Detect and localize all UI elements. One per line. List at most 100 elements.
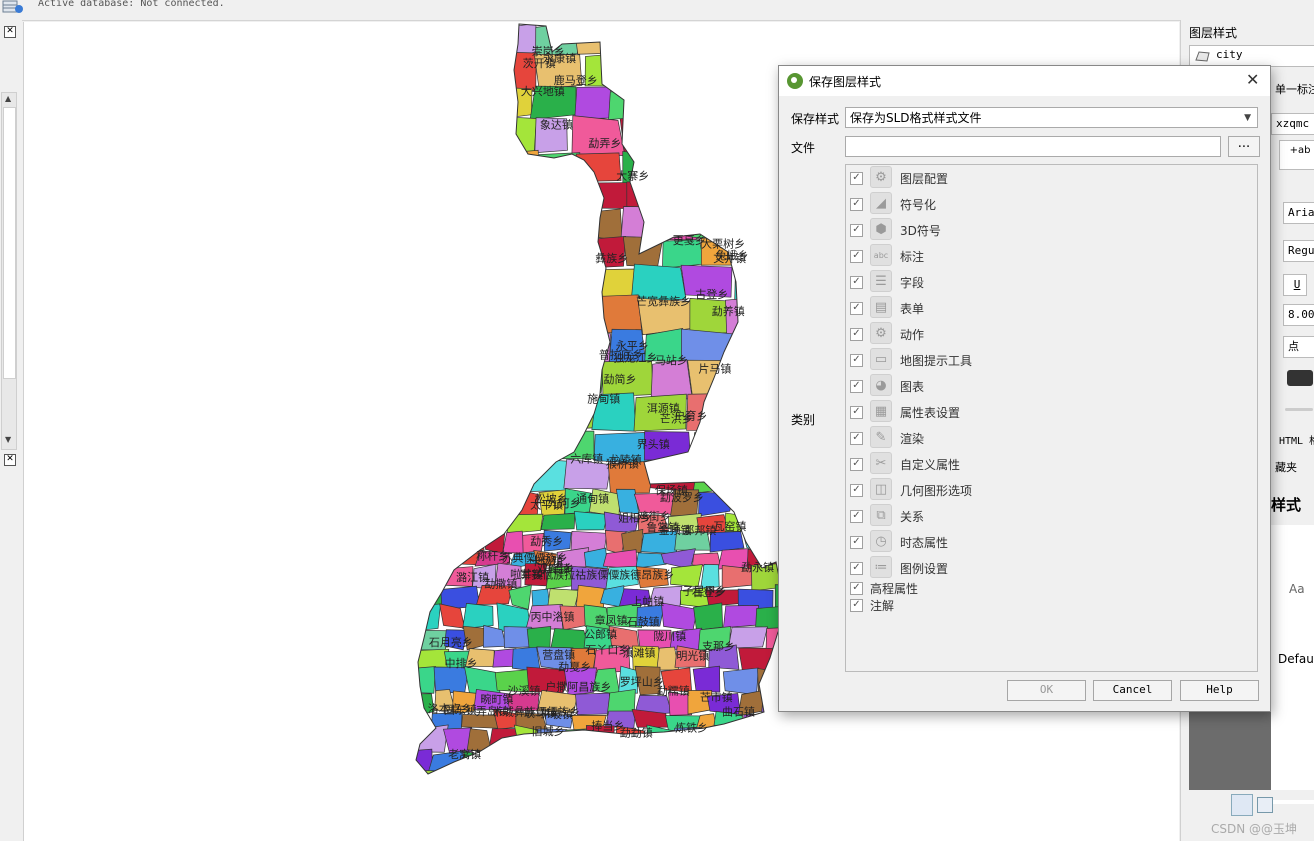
- place-label: 石登乡: [692, 585, 725, 599]
- label-field[interactable]: xzqmc: [1271, 113, 1314, 135]
- category-checkbox[interactable]: ✓: [850, 172, 863, 185]
- township-polygon: [723, 604, 759, 629]
- legend-icon: ≔: [870, 556, 892, 578]
- category-checkbox[interactable]: ✓: [850, 276, 863, 289]
- township-polygon: [519, 769, 542, 774]
- township-polygon: [653, 114, 702, 154]
- close-icon[interactable]: ✕: [1246, 70, 1259, 89]
- underline-button[interactable]: U: [1283, 274, 1307, 296]
- place-label: 营盘镇: [542, 647, 575, 661]
- layer-name: city: [1216, 48, 1243, 61]
- close-dock-button-2[interactable]: ✕: [4, 454, 16, 466]
- font-family-select[interactable]: Arial: [1283, 202, 1314, 224]
- township-polygon: [416, 513, 441, 536]
- township-polygon: [547, 236, 589, 270]
- layer-select[interactable]: city: [1189, 45, 1314, 67]
- category-checkbox[interactable]: ✓: [850, 224, 863, 237]
- place-label: 上帕镇: [631, 594, 664, 608]
- font-style-select[interactable]: Regular: [1283, 240, 1314, 262]
- category-label-text: 图例设置: [900, 562, 949, 576]
- grid-view-icon[interactable]: [1231, 794, 1253, 816]
- help-button[interactable]: Help: [1180, 680, 1259, 701]
- township-polygon: [443, 394, 485, 433]
- opacity-slider[interactable]: [1285, 408, 1313, 411]
- category-checkbox[interactable]: ✓: [850, 328, 863, 341]
- geometry-options-icon: ◫: [870, 478, 892, 500]
- ok-button[interactable]: OK: [1007, 680, 1086, 701]
- township-polygon: [562, 359, 605, 394]
- township-polygon: [725, 358, 776, 398]
- font-size-input[interactable]: 8.000: [1283, 304, 1314, 326]
- township-polygon: [481, 328, 523, 367]
- category-checkbox[interactable]: ✓: [850, 198, 863, 211]
- size-unit-select[interactable]: 点: [1283, 336, 1314, 358]
- category-checkbox[interactable]: ✓: [850, 406, 863, 419]
- category-checkbox[interactable]: ✓: [850, 250, 863, 263]
- township-polygon: [729, 427, 774, 463]
- list-view-icon[interactable]: [1257, 797, 1273, 813]
- place-label: 马站乡: [655, 353, 688, 367]
- township-polygon: [416, 564, 443, 587]
- township-polygon: [480, 457, 524, 494]
- township-polygon: [697, 54, 743, 91]
- township-polygon: [540, 513, 576, 531]
- category-checkbox[interactable]: ✓: [850, 536, 863, 549]
- scroll-up-icon[interactable]: ▲: [5, 94, 11, 103]
- township-polygon: [416, 87, 444, 121]
- category-checkbox[interactable]: ✓: [850, 458, 863, 471]
- category-checkbox[interactable]: ✓: [850, 380, 863, 393]
- category-checkbox[interactable]: ✓: [850, 582, 863, 595]
- qgis-logo-icon: [787, 73, 803, 89]
- township-polygon: [701, 25, 743, 58]
- township-polygon: [416, 714, 430, 727]
- left-scrollbar[interactable]: ▲ ▼: [1, 92, 17, 450]
- scroll-thumb[interactable]: [3, 107, 16, 379]
- township-polygon: [774, 24, 794, 58]
- township-polygon: [620, 51, 661, 90]
- favorites-label[interactable]: 藏夹: [1271, 458, 1314, 478]
- forms-icon: ▤: [870, 296, 892, 318]
- place-label: 永平乡: [616, 339, 649, 353]
- label-mode[interactable]: 单一标注: [1271, 80, 1314, 100]
- category-label-text: 几何图形选项: [900, 484, 973, 498]
- township-polygon: [662, 55, 698, 92]
- township-polygon: [522, 329, 574, 363]
- category-label-text: 3D符号: [900, 224, 941, 238]
- category-checkbox[interactable]: ✓: [850, 354, 863, 367]
- township-polygon: [454, 237, 504, 270]
- cancel-button[interactable]: Cancel: [1093, 680, 1172, 701]
- township-polygon: [497, 772, 525, 774]
- category-checkbox[interactable]: ✓: [850, 432, 863, 445]
- text-color-button[interactable]: [1287, 370, 1313, 386]
- township-polygon: [542, 206, 587, 237]
- category-checkbox[interactable]: ✓: [850, 484, 863, 497]
- township-polygon: [416, 529, 432, 551]
- styles-heading: 样式: [1271, 496, 1302, 514]
- township-polygon: [416, 117, 462, 157]
- township-polygon: [589, 771, 625, 774]
- file-path-input[interactable]: [845, 136, 1221, 157]
- save-style-select[interactable]: 保存为SLD格式样式文件 ▼: [845, 107, 1258, 128]
- category-checkbox[interactable]: ✓: [850, 562, 863, 575]
- scroll-down-icon[interactable]: ▼: [5, 435, 11, 444]
- township-polygon: [416, 359, 445, 400]
- township-polygon: [784, 769, 794, 774]
- category-checkbox[interactable]: ✓: [850, 599, 863, 612]
- category-checkbox[interactable]: ✓: [850, 510, 863, 523]
- close-dock-button[interactable]: ✕: [4, 26, 16, 38]
- township-polygon: [455, 116, 498, 154]
- township-polygon: [670, 564, 703, 588]
- label-settings-tab[interactable]: +ab: [1279, 140, 1314, 170]
- status-bar: Active database: Not connected.: [0, 0, 1314, 21]
- place-label: 曲石镇: [722, 705, 755, 719]
- township-polygon: [620, 770, 645, 774]
- township-polygon: [416, 457, 448, 490]
- township-polygon: [734, 264, 773, 302]
- township-polygon: [433, 666, 470, 694]
- township-polygon: [681, 328, 736, 365]
- township-polygon: [537, 748, 565, 774]
- category-checkbox[interactable]: ✓: [850, 302, 863, 315]
- township-polygon: [526, 626, 552, 650]
- browse-button[interactable]: ...: [1228, 136, 1260, 157]
- place-label: 象达镇: [540, 117, 573, 131]
